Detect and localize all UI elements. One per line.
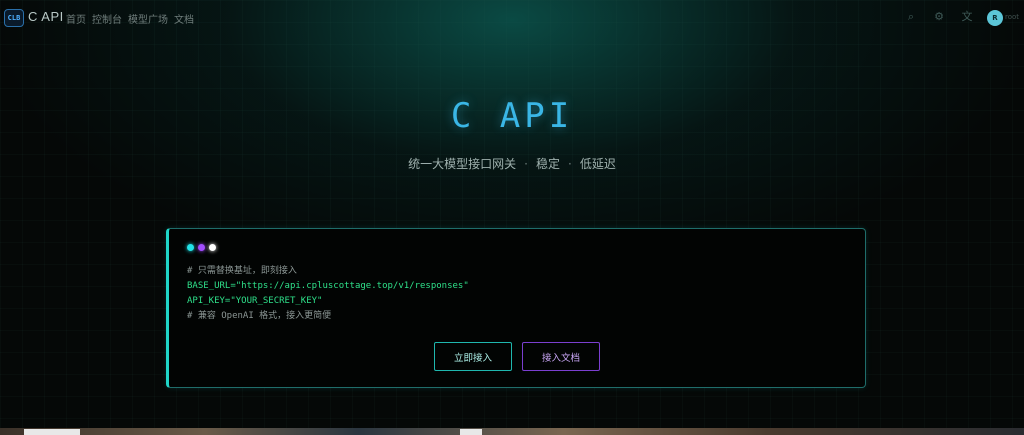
language-icon[interactable]: 文: [960, 10, 974, 24]
header-actions: ⌕ ⚙ 文: [904, 10, 974, 24]
subtitle-part-stable: 稳定: [535, 157, 560, 171]
code-comment-line: # 只需替换基址，即刻接入: [187, 266, 297, 276]
hero-title: C API: [450, 96, 574, 136]
avatar[interactable]: R: [987, 10, 1003, 26]
nav-link-models[interactable]: 模型广场: [128, 11, 168, 26]
top-nav-bar: CLB C API 首页 控制台 模型广场 文档 ⌕ ⚙ 文 R root: [0, 0, 1024, 34]
terminal-dot-white: [209, 244, 216, 251]
hero-subtitle: 统一大模型接口网关 · 稳定 · 低延迟: [0, 155, 1024, 172]
theme-icon[interactable]: ⚙: [932, 10, 946, 24]
code-base-url-line: BASE_URL="https://api.cpluscottage.top/v…: [187, 281, 469, 291]
code-api-key-line: API_KEY="YOUR_SECRET_KEY": [187, 296, 323, 306]
logo-icon[interactable]: CLB: [4, 9, 24, 27]
nav-link-home[interactable]: 首页: [66, 11, 86, 26]
brand-name[interactable]: C API: [28, 9, 64, 24]
bottom-preview-strip: [0, 428, 1024, 435]
code-comment-line: # 兼容 OpenAI 格式，接入更简便: [187, 311, 332, 321]
nav-link-console[interactable]: 控制台: [92, 11, 122, 26]
docs-button[interactable]: 接入文档: [522, 342, 600, 371]
terminal-dot-cyan: [187, 244, 194, 251]
preview-chip: [24, 429, 80, 435]
get-started-button[interactable]: 立即接入: [434, 342, 512, 371]
nav-link-docs[interactable]: 文档: [174, 11, 194, 26]
subtitle-part-latency: 低延迟: [579, 157, 616, 171]
subtitle-separator: ·: [568, 157, 572, 171]
terminal-dots: [187, 244, 216, 251]
subtitle-separator: ·: [524, 157, 528, 171]
terminal-dot-purple: [198, 244, 205, 251]
code-snippet: # 只需替换基址，即刻接入 BASE_URL="https://api.cplu…: [187, 264, 469, 324]
nav-links: 首页 控制台 模型广场 文档: [66, 11, 194, 26]
subtitle-part-gateway: 统一大模型接口网关: [408, 157, 517, 171]
preview-chip: [460, 429, 482, 435]
avatar-username[interactable]: root: [1005, 13, 1019, 21]
search-icon[interactable]: ⌕: [904, 10, 918, 24]
page: CLB C API 首页 控制台 模型广场 文档 ⌕ ⚙ 文 R root C …: [0, 0, 1024, 435]
terminal-card: # 只需替换基址，即刻接入 BASE_URL="https://api.cplu…: [166, 228, 866, 388]
